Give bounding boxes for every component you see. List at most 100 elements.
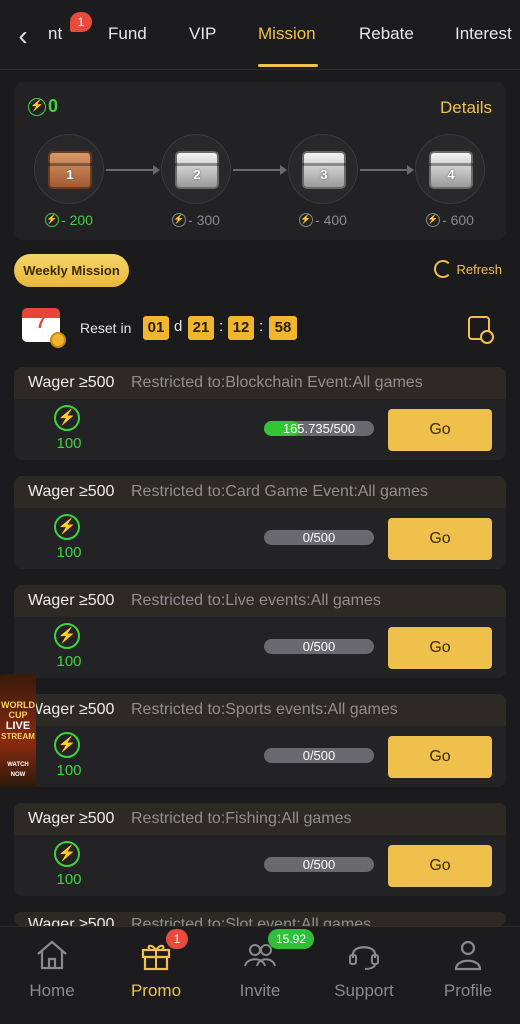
back-chevron-icon[interactable]: ‹ (10, 20, 36, 52)
countdown-seconds: 58 (269, 316, 297, 340)
chest-1[interactable]: 1 (34, 134, 104, 204)
nav-invite[interactable]: 15.92 Invite (208, 927, 314, 1024)
mission-reward: 100 (56, 653, 82, 670)
tab-notification-badge: 1 (70, 12, 92, 32)
top-tab-bar: ‹ nt 1 Fund VIP Mission Rebate Interest (0, 0, 520, 70)
go-button[interactable]: Go (388, 409, 492, 451)
mission-card: Wager ≥500 Restricted to:Slot event:All g… (14, 912, 506, 926)
energy-bolt-icon: ⚡ (45, 213, 60, 227)
reset-label: Reset in (80, 320, 132, 336)
chest-4-cost: ⚡ - 600 (426, 212, 474, 228)
mission-title: Wager ≥500 (28, 701, 115, 718)
mission-progress-bar: 165.735/500 (264, 421, 374, 436)
mission-reward: 100 (56, 871, 82, 888)
mission-card: Wager ≥500 Restricted to:Fishing:All game… (14, 803, 506, 896)
tab-interest[interactable]: Interest (455, 24, 512, 44)
points-value: 0 (48, 96, 59, 116)
calendar-icon: 7 (22, 304, 66, 348)
tab-mission[interactable]: Mission (258, 24, 316, 44)
chest-connector-arrow (233, 165, 287, 175)
chest-2[interactable]: 2 (161, 134, 231, 204)
tab-fund[interactable]: Fund (108, 24, 147, 44)
treasure-chest-icon: 2 (175, 151, 219, 189)
weekly-mission-button[interactable]: Weekly Mission (14, 254, 129, 287)
mission-card: Wager ≥500 Restricted to:Live events:All … (14, 585, 506, 678)
nav-support[interactable]: Support (312, 927, 416, 1024)
mission-progress-bar: 0/500 (264, 639, 374, 654)
progress-text: 165.735/500 (282, 421, 356, 436)
mission-title: Wager ≥500 (28, 483, 115, 500)
refresh-icon (434, 260, 453, 278)
world-cup-live-banner[interactable]: WORLD CUP LIVE STREAM WATCH NOW (0, 674, 36, 788)
profile-icon (454, 940, 482, 971)
chest-1-cost: ⚡ - 200 (45, 212, 93, 228)
nav-home[interactable]: Home (0, 927, 104, 1024)
progress-text: 0/500 (302, 857, 336, 872)
go-button[interactable]: Go (388, 736, 492, 778)
nav-profile[interactable]: Profile (416, 927, 520, 1024)
energy-bolt-icon: ⚡ (299, 213, 314, 227)
chest-connector-arrow (360, 165, 414, 175)
energy-bolt-icon: ⚡ (54, 732, 80, 758)
tab-vip[interactable]: VIP (189, 24, 216, 44)
mission-title: Wager ≥500 (28, 916, 115, 926)
progress-text: 0/500 (302, 530, 336, 545)
mission-title: Wager ≥500 (28, 810, 115, 827)
go-button[interactable]: Go (388, 845, 492, 887)
details-link[interactable]: Details (440, 98, 492, 118)
points-balance: ⚡ 0 (28, 96, 58, 117)
countdown-day-unit: d (174, 318, 183, 335)
treasure-chest-icon: 4 (429, 151, 473, 189)
coins-icon (50, 332, 66, 348)
go-button[interactable]: Go (388, 518, 492, 560)
headset-icon (349, 946, 379, 970)
countdown-minutes: 12 (228, 316, 254, 340)
countdown-separator: : (259, 318, 264, 335)
energy-bolt-icon: ⚡ (426, 213, 441, 227)
mission-title: Wager ≥500 (28, 374, 115, 391)
mission-reward: 100 (56, 544, 82, 561)
mission-progress-bar: 0/500 (264, 530, 374, 545)
chest-2-cost: ⚡ - 300 (172, 212, 220, 228)
energy-bolt-icon: ⚡ (54, 405, 80, 431)
countdown-separator: : (219, 318, 224, 335)
energy-bolt-icon: ⚡ (54, 623, 80, 649)
bottom-navigation: Home 1 Promo 15.92 Invite Support Profil… (0, 926, 520, 1024)
chest-3[interactable]: 3 (288, 134, 358, 204)
energy-bolt-icon: ⚡ (54, 841, 80, 867)
energy-bolt-icon: ⚡ (28, 97, 46, 116)
refresh-button[interactable]: Refresh (434, 260, 502, 278)
progress-text: 0/500 (302, 748, 336, 763)
countdown-days: 01 (143, 316, 169, 340)
go-button[interactable]: Go (388, 627, 492, 669)
mission-card: Wager ≥500 Restricted to:Blockchain Event… (14, 367, 506, 460)
mission-restriction: Restricted to:Sports events:All games (131, 701, 398, 718)
countdown-hours: 21 (188, 316, 214, 340)
chest-4[interactable]: 4 (415, 134, 485, 204)
mission-restriction: Restricted to:Blockchain Event:All games (131, 374, 423, 391)
nav-promo[interactable]: 1 Promo (104, 927, 208, 1024)
chest-3-cost: ⚡ - 400 (299, 212, 347, 228)
mission-progress-bar: 0/500 (264, 748, 374, 763)
mission-restriction: Restricted to:Live events:All games (131, 592, 381, 609)
mission-restriction: Restricted to:Fishing:All games (131, 810, 352, 827)
mission-restriction: Restricted to:Slot event:All games (131, 916, 372, 926)
energy-bolt-icon: ⚡ (54, 514, 80, 540)
chest-connector-arrow (106, 165, 160, 175)
tab-rebate[interactable]: Rebate (359, 24, 414, 44)
mission-card: Wager ≥500 Restricted to:Card Game Event:… (14, 476, 506, 569)
mission-card: Wager ≥500 Restricted to:Sports events:Al… (14, 694, 506, 787)
invite-bonus-badge: 15.92 (268, 929, 314, 949)
mission-title: Wager ≥500 (28, 592, 115, 609)
promo-badge: 1 (166, 929, 188, 949)
mission-progress-bar: 0/500 (264, 857, 374, 872)
progress-text: 0/500 (302, 639, 336, 654)
mission-reward: 100 (56, 762, 82, 779)
refresh-label: Refresh (456, 261, 502, 277)
treasure-chest-icon: 3 (302, 151, 346, 189)
history-icon[interactable] (468, 316, 494, 344)
mission-reward: 100 (56, 435, 82, 452)
treasure-chest-icon: 1 (48, 151, 92, 189)
tab-event[interactable]: nt (48, 24, 62, 44)
home-icon (37, 940, 67, 970)
